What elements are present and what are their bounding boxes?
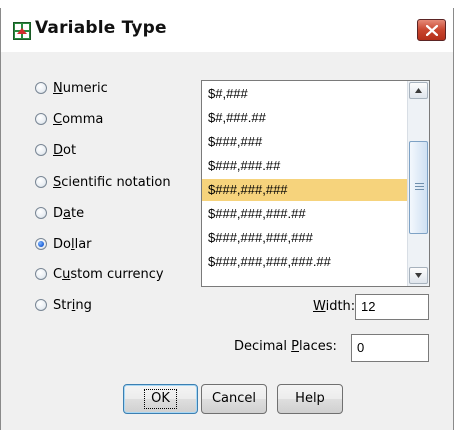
- radio-label: Comma: [53, 111, 104, 127]
- radio-unselected-icon[interactable]: [35, 82, 47, 94]
- dollar-format-list[interactable]: $#,### $#,###.## $###,### $###,###.## $###,#…: [201, 80, 430, 287]
- radio-unselected-icon[interactable]: [35, 113, 47, 125]
- radio-option[interactable]: Dollar: [35, 234, 92, 254]
- radio-option[interactable]: Date: [35, 203, 84, 223]
- format-list-item[interactable]: $###,###: [202, 131, 407, 153]
- format-list-item[interactable]: $###,###,###,###.##: [202, 251, 407, 273]
- width-input[interactable]: 12: [355, 294, 429, 320]
- arrow-down-icon: [415, 273, 422, 278]
- dialog-title: Variable Type: [35, 18, 167, 38]
- radio-unselected-icon[interactable]: [35, 144, 47, 156]
- radio-unselected-icon[interactable]: [35, 299, 47, 311]
- help-button[interactable]: Help: [277, 384, 343, 414]
- radio-option[interactable]: String: [35, 295, 92, 315]
- background-strip: [0, 0, 454, 8]
- scroll-up-button[interactable]: [409, 82, 428, 99]
- format-list-scrollbar[interactable]: [407, 81, 429, 286]
- close-button[interactable]: [417, 19, 446, 41]
- arrow-up-icon: [415, 88, 422, 93]
- radio-option[interactable]: Numeric: [35, 78, 108, 98]
- radio-label: Numeric: [53, 80, 108, 96]
- radio-option[interactable]: Scientific notation: [35, 172, 171, 192]
- radio-unselected-icon[interactable]: [35, 268, 47, 280]
- thumb-grip-line: [415, 186, 424, 187]
- radio-label: Scientific notation: [53, 174, 171, 190]
- radio-label: Date: [53, 205, 85, 221]
- format-list-item[interactable]: $###,###,###,###: [202, 227, 407, 249]
- format-list-item[interactable]: $###,###,###: [202, 179, 407, 201]
- radio-label: String: [53, 297, 92, 313]
- scroll-down-button[interactable]: [409, 267, 428, 284]
- format-list-item[interactable]: $###,###.##: [202, 155, 407, 177]
- radio-option[interactable]: Custom currency: [35, 264, 164, 284]
- scroll-thumb[interactable]: [409, 141, 428, 234]
- format-list-items: $#,### $#,###.## $###,### $###,###.## $###,#…: [202, 81, 407, 286]
- thumb-grip-line: [415, 183, 424, 184]
- radio-unselected-icon[interactable]: [35, 176, 47, 188]
- radio-label: Dollar: [53, 236, 92, 252]
- radio-selected-icon[interactable]: [35, 238, 47, 250]
- radio-label: Dot: [53, 142, 77, 158]
- width-label: Width:: [313, 299, 356, 314]
- radio-unselected-icon[interactable]: [35, 207, 47, 219]
- close-icon: [426, 25, 438, 36]
- spss-app-icon: [13, 22, 31, 40]
- radio-option[interactable]: Comma: [35, 109, 103, 129]
- format-list-item[interactable]: $###,###,###.##: [202, 203, 407, 225]
- format-list-item[interactable]: $#,###: [202, 83, 407, 105]
- title-bar: Variable Type: [1, 8, 453, 52]
- radio-option[interactable]: Dot: [35, 140, 76, 160]
- thumb-grip-line: [415, 189, 424, 190]
- radio-label: Custom currency: [53, 266, 164, 282]
- ok-button[interactable]: OK: [123, 384, 198, 414]
- decimal-places-input[interactable]: 0: [351, 334, 429, 362]
- cancel-button[interactable]: Cancel: [201, 384, 267, 414]
- decimal-places-label: Decimal Places:: [234, 339, 337, 354]
- format-list-item[interactable]: $#,###.##: [202, 107, 407, 129]
